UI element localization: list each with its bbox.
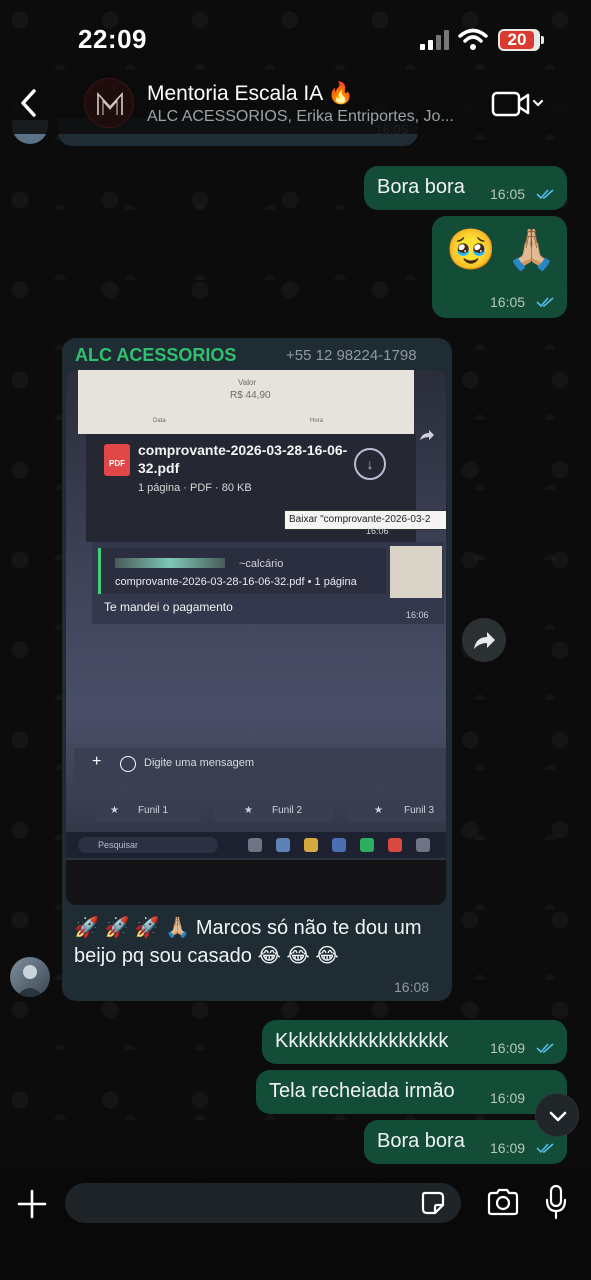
message-time: 16:09 [490,1090,526,1106]
message-photo[interactable]: Valor R$ 44,90 Data Hora PDF comprovante… [66,370,446,905]
message-time: 16:05 [490,186,526,202]
message-input-bar [0,1168,591,1280]
taskbar-search: Pesquisar [78,837,218,853]
message-text: Bora bora [377,1130,465,1152]
sender-name[interactable]: ALC ACESSORIOS [75,345,236,366]
reply-file: comprovante-2026-03-28-16-06-32.pdf • 1 … [115,576,357,588]
message-time: 16:08 [394,979,430,995]
message-emoji: 🥹 🙏🏼 [446,228,557,272]
funnel-tab: ★ Funil 3 [348,800,446,822]
chevron-left-icon[interactable] [14,86,44,120]
profile-photo [16,965,44,997]
reply-author: ~calcário [239,558,284,570]
receipt-area: Valor R$ 44,90 Data Hora [78,370,414,434]
cellular-signal-icon [420,30,450,50]
read-ticks-icon [536,189,554,200]
emoji-icon [120,756,136,772]
message-bubble-outgoing[interactable]: Kkkkkkkkkkkkkkkkk 16:09 [262,1020,567,1064]
microphone-icon[interactable] [544,1184,568,1220]
app-icon [360,838,374,852]
funnel-tab: ★ Funil 1 [96,800,200,822]
status-time: 22:09 [78,24,147,54]
plus-icon: + [92,753,102,770]
app-icon [276,838,290,852]
receipt-label: Hora [310,418,324,424]
funnel-label: Funil 2 [272,805,303,816]
read-ticks-icon [536,297,554,308]
receipt-label: Data [153,418,166,424]
funnel-tab: ★ Funil 2 [214,800,334,822]
chevron-down-icon [549,1111,567,1122]
forward-icon [474,632,495,649]
message-text: Tela recheiada irmão [269,1080,455,1102]
star-icon: ★ [244,805,253,816]
scroll-to-bottom-button[interactable] [535,1093,579,1137]
receipt-label: Valor [238,378,257,387]
reply-thumbnail [390,546,442,598]
compose-placeholder: Digite uma mensagem [144,757,255,769]
forward-button[interactable] [462,618,506,662]
reply-quote: ~calcário comprovante-2026-03-28-16-06-3… [98,548,386,594]
funnel-label: Funil 1 [138,805,169,816]
download-icon: ↓ [354,448,386,480]
message-time: 16:06 [406,610,429,620]
app-icon [388,838,402,852]
group-avatar[interactable] [84,78,134,128]
reply-text: Te mandei o pagamento [104,600,233,614]
plus-icon[interactable] [16,1188,48,1220]
message-bubble-outgoing[interactable]: Bora bora 16:05 [364,166,567,210]
message-time: 16:09 [490,1040,526,1056]
battery-icon: 20 [498,29,540,51]
funnel-label: Funil 3 [404,805,435,816]
battery-level: 20 [507,30,527,49]
forward-icon [420,430,434,440]
receipt-value: R$ 44,90 [230,390,271,401]
inner-compose-bar: + Digite uma mensagem [74,748,446,782]
chat-header: Mentoria Escala IA 🔥 ALC ACESSORIOS, Eri… [0,70,591,134]
tooltip: Baixar "comprovante-2026-03-2 [284,510,446,530]
message-text: Kkkkkkkkkkkkkkkkk [275,1030,449,1052]
message-bubble-outgoing[interactable]: Tela recheiada irmão 16:09 [256,1070,567,1114]
pdf-file-icon: PDF [104,444,130,476]
app-icon [332,838,346,852]
avatar[interactable] [10,957,50,997]
read-ticks-icon [536,1143,554,1154]
os-taskbar: Pesquisar [66,832,446,858]
message-text: Bora bora [377,176,465,198]
message-time: 16:09 [490,1140,526,1156]
chat-members[interactable]: ALC ACESSORIOS, Erika Entriportes, Jo... [147,108,477,126]
read-ticks-icon [536,1043,554,1054]
quoted-reply: ~calcário comprovante-2026-03-28-16-06-3… [92,542,444,624]
message-time: 16:05 [490,294,526,310]
pdf-meta: 1 página · PDF · 80 KB [138,482,252,494]
message-text: 🚀 🚀 🚀 🙏🏼 Marcos só não te dou um beijo p… [74,917,422,967]
wifi-icon [458,28,488,50]
blurred-name [115,558,225,568]
group-logo-icon [97,91,123,115]
star-icon: ★ [110,805,119,816]
message-bubble-outgoing[interactable]: 🥹 🙏🏼 16:05 [432,216,567,318]
sticker-icon[interactable] [420,1190,446,1216]
pdf-filename: comprovante-2026-03-28-16-06-32.pdf [138,442,348,476]
photo-screen-content: Valor R$ 44,90 Data Hora PDF comprovante… [66,370,446,860]
message-input[interactable] [65,1183,461,1223]
sender-phone[interactable]: +55 12 98224-1798 [286,347,417,364]
app-icon [416,838,430,852]
video-call-icon[interactable] [490,90,550,118]
message-time: 16:06 [366,526,389,536]
status-bar: 22:09 20 [0,0,591,80]
app-icon [304,838,318,852]
app-icon [248,838,262,852]
chat-title[interactable]: Mentoria Escala IA 🔥 [147,82,354,106]
star-icon: ★ [374,805,383,816]
camera-icon[interactable] [486,1187,520,1217]
